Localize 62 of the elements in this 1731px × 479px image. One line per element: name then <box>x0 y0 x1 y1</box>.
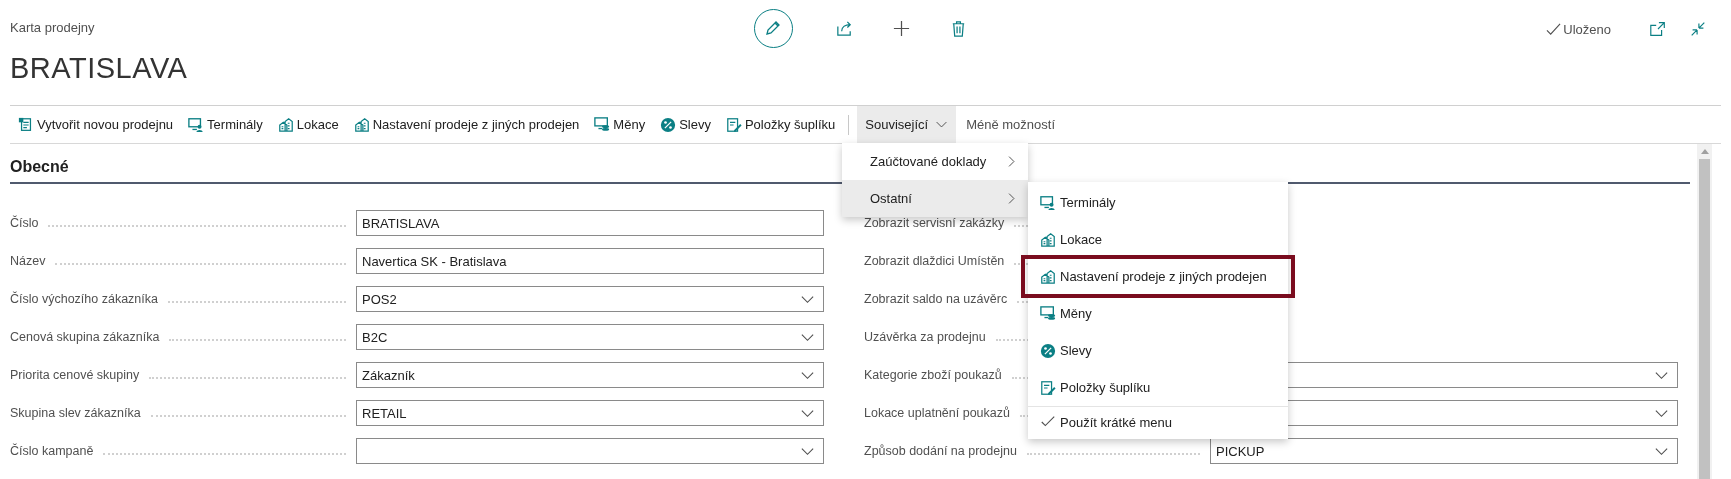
edit-list-icon <box>1040 379 1056 396</box>
page-title: BRATISLAVA <box>10 52 189 85</box>
menu-item[interactable]: Měny <box>1028 295 1288 332</box>
menu-item[interactable]: Ostatní <box>842 180 1028 217</box>
field-label: Číslo <box>10 216 39 230</box>
saved-status: Uloženo <box>1563 21 1611 37</box>
document-icon <box>18 116 34 133</box>
action-button[interactable]: Vytvořit novou prodejnu <box>10 106 181 143</box>
field-label: Způsob dodání na prodejnu <box>864 444 1017 458</box>
dropdown-field[interactable]: POS2 <box>356 286 824 312</box>
buildings-icon <box>1040 268 1056 285</box>
menu-item[interactable]: Slevy <box>1028 332 1288 369</box>
buildings-icon <box>1040 231 1056 248</box>
menu-item[interactable]: Použít krátké menu <box>1028 406 1288 437</box>
buildings-icon <box>353 116 370 133</box>
less-options-button[interactable]: Méně možností <box>956 106 1062 143</box>
monitor-coins-icon <box>1040 305 1056 322</box>
monitor-coins-icon <box>594 116 611 133</box>
text-field[interactable]: BRATISLAVA <box>356 210 824 236</box>
monitor-person-icon <box>1040 194 1056 211</box>
edit-button[interactable] <box>753 8 793 48</box>
field-label: Zobrazit saldo na uzávěrc <box>864 292 1008 306</box>
action-button[interactable]: Lokace <box>269 106 346 143</box>
plus-icon[interactable] <box>891 18 911 38</box>
menu-item[interactable]: Zaúčtované doklady <box>842 143 1028 180</box>
dropdown-field[interactable]: RETAIL <box>356 400 824 426</box>
dropdown-field[interactable]: Zákazník <box>356 362 824 388</box>
action-button[interactable]: Terminály <box>180 106 270 143</box>
menu-item[interactable]: Nastavení prodeje z jiných prodejen <box>1024 258 1292 295</box>
menu-item[interactable]: Položky šuplíku <box>1028 369 1288 406</box>
field-label: Zobrazit servisní zakázky <box>864 216 1005 230</box>
percent-icon <box>660 116 677 133</box>
percent-icon <box>1040 342 1056 359</box>
field-label: Cenová skupina zákazníka <box>10 330 160 344</box>
menu-item[interactable]: Lokace <box>1028 221 1288 258</box>
action-button[interactable]: Položky šuplíku <box>717 106 843 143</box>
field-label: Název <box>10 254 46 268</box>
checkmark-icon <box>1546 21 1562 37</box>
dropdown-field[interactable] <box>356 438 824 464</box>
action-button[interactable]: Slevy <box>652 106 718 143</box>
edit-list-icon <box>725 116 742 133</box>
field-label: Priorita cenové skupiny <box>10 368 140 382</box>
field-label: Kategorie zboží poukazů <box>864 368 1002 382</box>
page-subtitle: Karta prodejny <box>10 20 96 35</box>
dropdown-field[interactable]: B2C <box>356 324 824 350</box>
field-label: Číslo kampaně <box>10 444 94 458</box>
related-menu-button[interactable]: Související <box>857 106 957 143</box>
text-field[interactable]: Navertica SK - Bratislava <box>356 248 824 274</box>
action-button[interactable]: Měny <box>586 106 653 143</box>
scrollbar[interactable] <box>1697 144 1712 479</box>
buildings-icon <box>277 116 294 133</box>
action-button[interactable]: Nastavení prodeje z jiných prodejen <box>345 106 587 143</box>
collapse-icon[interactable] <box>1689 20 1707 38</box>
monitor-person-icon <box>188 116 205 133</box>
open-new-window-icon[interactable] <box>1649 20 1667 38</box>
field-label: Číslo výchozího zákazníka <box>10 292 158 306</box>
menu-item[interactable]: Terminály <box>1028 184 1288 221</box>
dropdown-field[interactable]: PICKUP <box>1210 438 1678 464</box>
field-label: Zobrazit dlaždici Umístěn <box>864 254 1005 268</box>
field-label: Lokace uplatnění poukazů <box>864 406 1010 420</box>
field-label: Uzávěrka za prodejnu <box>864 330 986 344</box>
field-label: Skupina slev zákazníka <box>10 406 141 420</box>
